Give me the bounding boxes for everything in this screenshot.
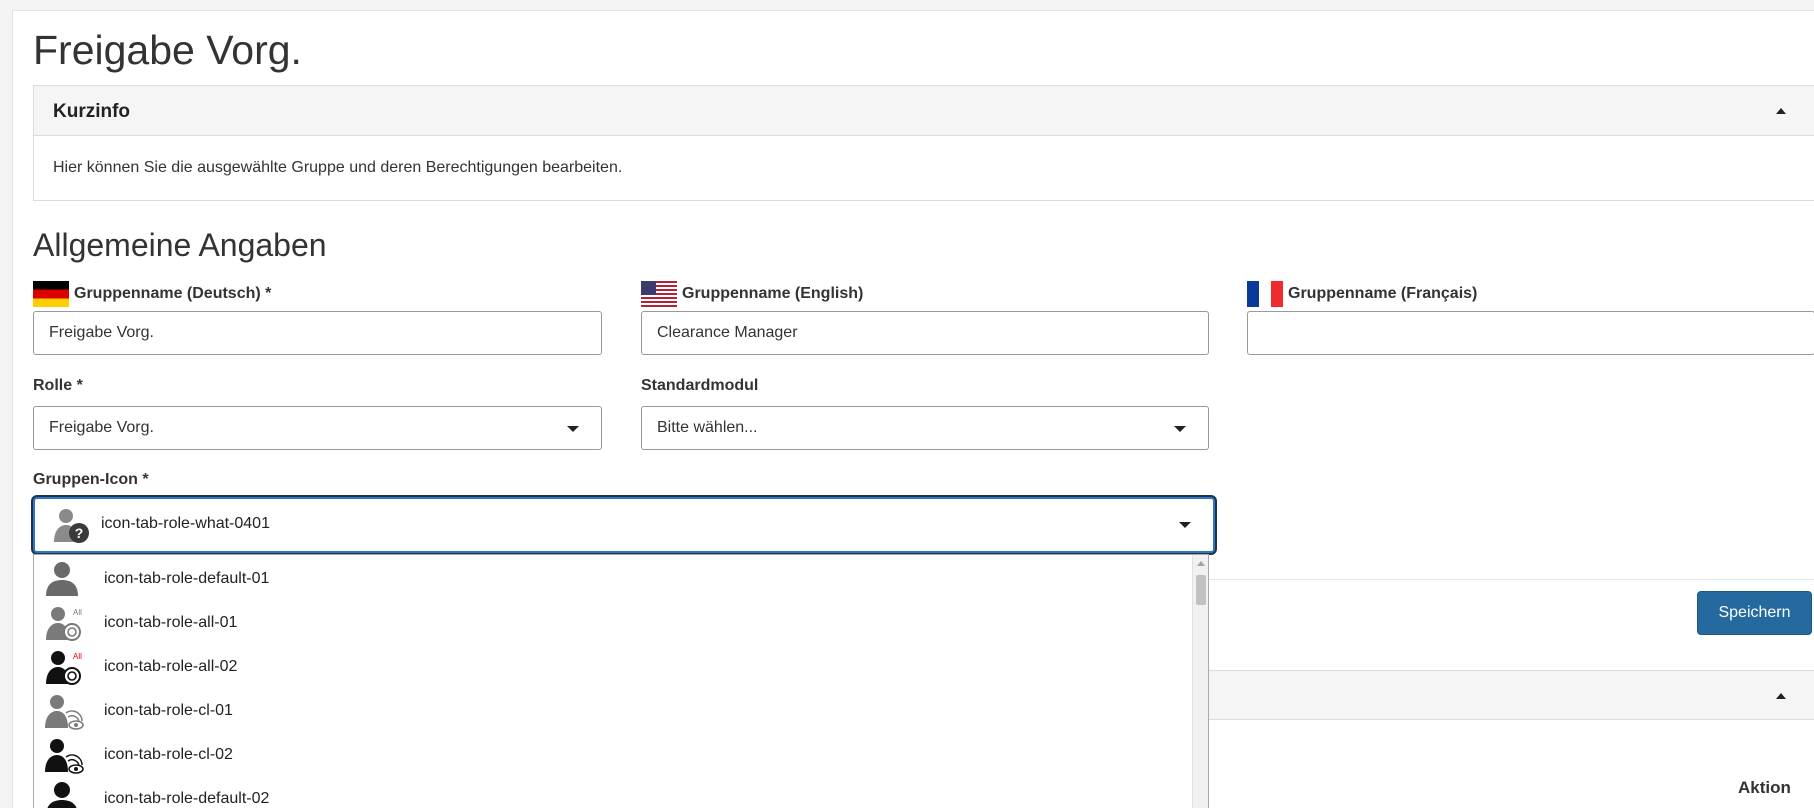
svg-text:?: ? [75,525,84,541]
flag-us-icon [641,281,677,307]
dropdown-option[interactable]: icon-tab-role-default-02 [34,777,1194,808]
dropdown-option-label: icon-tab-role-all-01 [104,614,238,631]
role-label: Rolle * [33,377,83,394]
divider [1209,579,1814,580]
dropdown-option-label: icon-tab-role-default-01 [104,570,270,587]
scroll-up-arrow-icon[interactable] [1197,561,1205,566]
dropdown-option-label: icon-tab-role-all-02 [104,658,238,675]
permissions-panel-header[interactable] [1209,670,1814,720]
dropdown-option[interactable]: icon-tab-role-default-01 [34,557,1194,602]
save-button[interactable]: Speichern [1697,591,1812,635]
module-select[interactable]: Bitte wählen... [641,406,1209,450]
role-what-icon: ? [54,509,89,543]
kurzinfo-text: Hier können Sie die ausgewählte Gruppe u… [53,159,623,176]
chevron-down-icon [1174,426,1186,432]
role-cl-gray-icon [45,695,84,730]
flag-de-icon [33,281,69,307]
dropdown-option[interactable]: All icon-tab-role-all-02 [34,645,1194,690]
chevron-down-icon [567,426,579,432]
collapse-caret-icon[interactable] [1776,693,1786,699]
name-fr-input[interactable] [1247,311,1814,355]
kurzinfo-panel-header[interactable]: Kurzinfo [34,86,1814,136]
name-en-label: Gruppenname (English) [641,281,863,307]
dropdown-option-label: icon-tab-role-cl-01 [104,702,233,719]
name-de-label-text: Gruppenname (Deutsch) * [74,285,272,302]
chevron-down-icon [1179,522,1191,528]
dropdown-scrollbar[interactable] [1192,555,1208,808]
name-de-input[interactable]: Freigabe Vorg. [33,311,602,355]
dropdown-option-label: icon-tab-role-default-02 [104,790,270,807]
name-fr-label: Gruppenname (Français) [1247,281,1477,307]
page-title: Freigabe Vorg. [33,27,302,73]
module-label: Standardmodul [641,377,759,394]
role-cl-black-icon [45,739,84,774]
dropdown-option[interactable]: All icon-tab-role-all-01 [34,601,1194,646]
collapse-caret-icon[interactable] [1776,108,1786,114]
role-select[interactable]: Freigabe Vorg. [33,406,602,450]
dropdown-option[interactable]: icon-tab-role-cl-02 [34,733,1194,778]
role-default-black-icon [47,782,77,808]
svg-text:All: All [73,608,82,617]
role-select-value: Freigabe Vorg. [49,419,154,436]
name-fr-label-text: Gruppenname (Français) [1288,285,1478,302]
group-icon-dropdown: icon-tab-role-default-01 All icon-tab-ro… [33,554,1209,808]
kurzinfo-panel: Kurzinfo Hier können Sie die ausgewählte… [33,85,1814,201]
scroll-thumb[interactable] [1196,575,1206,605]
name-en-value: Clearance Manager [657,324,798,341]
name-de-label: Gruppenname (Deutsch) * [33,281,271,307]
dropdown-option-label: icon-tab-role-cl-02 [104,746,233,763]
role-all-black-icon: All [46,651,82,685]
group-icon-select[interactable]: ? icon-tab-role-what-0401 [33,497,1215,553]
page-container: Freigabe Vorg. Kurzinfo Hier können Sie … [12,10,1814,808]
dropdown-option[interactable]: icon-tab-role-cl-01 [34,689,1194,734]
module-select-value: Bitte wählen... [657,419,758,436]
role-default-icon [46,562,78,596]
section-title-general: Allgemeine Angaben [33,227,327,263]
name-de-value: Freigabe Vorg. [49,324,154,341]
role-all-gray-icon: All [46,607,82,641]
group-icon-label: Gruppen-Icon * [33,471,149,488]
name-en-input[interactable]: Clearance Manager [641,311,1209,355]
svg-text:All: All [73,652,82,661]
flag-fr-icon [1247,281,1283,307]
name-en-label-text: Gruppenname (English) [682,285,864,302]
table-header-aktion: Aktion [1738,778,1791,797]
kurzinfo-title: Kurzinfo [53,101,131,122]
group-icon-value: icon-tab-role-what-0401 [101,515,270,532]
